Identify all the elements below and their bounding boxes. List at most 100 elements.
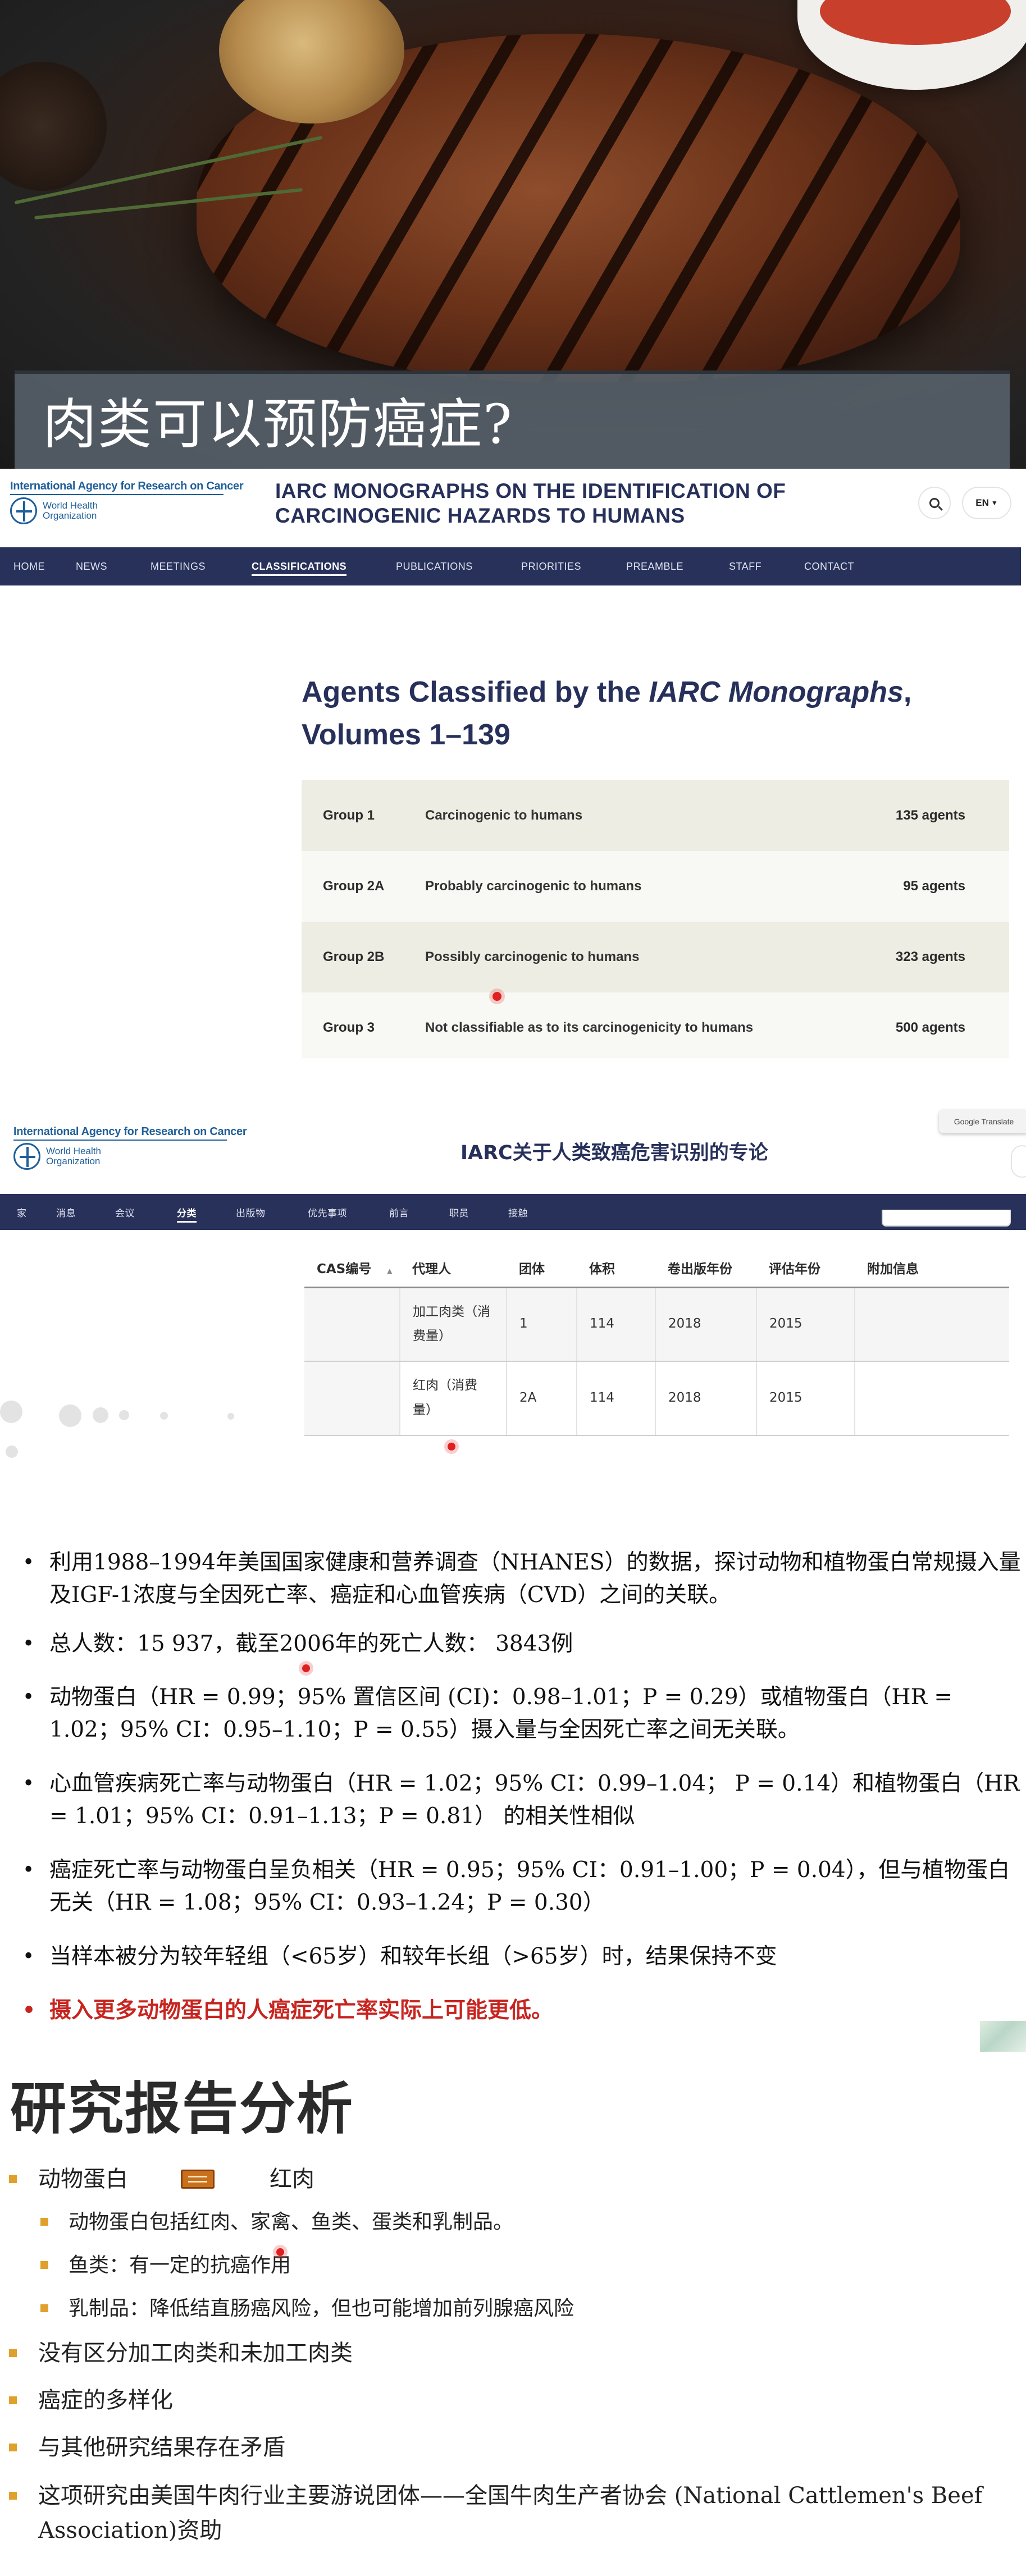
nav-priorities[interactable]: PRIORITIES [521, 561, 581, 573]
analysis-item: 癌症的多样化 [38, 2387, 173, 2413]
col-pub-year[interactable]: 卷出版年份 [655, 1249, 756, 1288]
iarc-translated-screenshot: International Agency for Research on Can… [0, 1058, 1026, 1502]
iarc-who-logo[interactable]: International Agency for Research on Can… [10, 480, 244, 524]
hero-title: 肉类可以预防癌症? [43, 393, 513, 456]
agent-line: 费量） [413, 1329, 452, 1344]
iarc-agency-name: International Agency for Research on Can… [10, 480, 244, 492]
analysis-sub-item: 乳制品：降低结直肠癌风险，但也可能增加前列腺癌风险 [69, 2297, 574, 2320]
roasted-pepper-decoration [0, 62, 107, 191]
group-description: Possibly carcinogenic to humans [425, 949, 640, 964]
nav-home[interactable]: HOME [13, 561, 45, 573]
who-name: World Health Organization [43, 500, 98, 521]
cell-info [854, 1287, 1009, 1362]
bullet-mark: • [22, 1686, 35, 1709]
sort-asc-icon[interactable]: ▲ [387, 1267, 392, 1275]
list-item-text: 利用1988–1994年美国国家健康和营养调查（NHANES）的数据，探讨动物和… [49, 1550, 1021, 1608]
agent-count: 500 agents [895, 1020, 965, 1035]
masthead-title: IARC MONOGRAPHS ON THE IDENTIFICATION OF… [275, 479, 786, 528]
table-row[interactable]: Group 2B Possibly carcinogenic to humans… [302, 922, 1009, 992]
group-name: Group 2A [323, 879, 385, 894]
table-row[interactable]: Group 2A Probably carcinogenic to humans… [302, 851, 1009, 922]
search-icon [929, 498, 940, 508]
logo-divider [13, 1140, 227, 1141]
agent-count: 323 agents [895, 949, 965, 964]
list-item: • 癌症死亡率与动物蛋白呈负相关（HR = 0.95；95% CI：0.91–1.… [22, 1854, 1026, 1919]
col-agent[interactable]: 代理人 [400, 1249, 507, 1288]
nav-contact[interactable]: 接触 [508, 1205, 528, 1219]
nav-publications[interactable]: 出版物 [236, 1205, 266, 1219]
agent-count: 135 agents [895, 808, 965, 823]
cell-agent[interactable]: 红肉（消费 量） [399, 1361, 507, 1436]
analysis-section: 研究报告分析 动物蛋白 红肉 动物蛋白包括红肉、家禽、鱼类、蛋类和乳制品。 鱼类… [0, 2052, 1026, 2576]
list-item-text: 总人数：15 937，截至2006年的死亡人数： 3843例 [49, 1631, 573, 1657]
agent-count: 95 agents [903, 879, 965, 894]
col-volume[interactable]: 体积 [577, 1249, 655, 1288]
nav-news[interactable]: 消息 [56, 1205, 76, 1219]
search-button[interactable] [1011, 1145, 1026, 1178]
bullet-mark: • [22, 1945, 35, 1968]
masthead-title: IARC关于人类致癌危害识别的专论 [460, 1142, 768, 1164]
group-description: Probably carcinogenic to humans [425, 879, 642, 894]
cursor-pointer-dot [302, 1664, 310, 1672]
list-item-text: 当样本被分为较年轻组（<65岁）和较年长组（>65岁）时，结果保持不变 [49, 1944, 777, 1969]
nav-classifications[interactable]: 分类 [177, 1205, 197, 1223]
table-row[interactable]: Group 1 Carcinogenic to humans 135 agent… [302, 780, 1009, 851]
list-item: • 总人数：15 937，截至2006年的死亡人数： 3843例 [22, 1628, 1026, 1660]
analysis-item: 与其他研究结果存在矛盾 [38, 2435, 285, 2460]
nav-preamble[interactable]: 前言 [389, 1205, 409, 1219]
nav-staff[interactable]: 职员 [449, 1205, 469, 1219]
table-row[interactable]: Group 3 Not classifiable as to its carci… [302, 992, 1009, 1063]
list-item: • 心血管疾病死亡率与动物蛋白（HR = 1.02；95% CI：0.99–1.0… [22, 1768, 1026, 1833]
square-bullet-icon [40, 2218, 48, 2226]
nav-home[interactable]: 家 [17, 1205, 27, 1219]
col-additional-info[interactable]: 附加信息 [855, 1249, 1009, 1288]
iarc-classification-screenshot: International Agency for Research on Can… [0, 469, 1026, 1063]
nav-staff[interactable]: STAFF [729, 561, 761, 573]
analysis-item-red-meat: 红肉 [270, 2166, 314, 2192]
agent-line: 红肉（消费 [413, 1378, 477, 1393]
nav-publications[interactable]: PUBLICATIONS [396, 561, 473, 573]
filter-input[interactable] [882, 1210, 1011, 1227]
nav-preamble[interactable]: PREAMBLE [626, 561, 683, 573]
nav-contact[interactable]: CONTACT [804, 561, 854, 573]
nav-classifications[interactable]: CLASSIFICATIONS [252, 561, 347, 576]
main-navbar: 家 消息 会议 分类 出版物 优先事项 前言 职员 接触 [0, 1194, 1026, 1230]
list-item: • 利用1988–1994年美国国家健康和营养调查（NHANES）的数据，探讨动物… [22, 1546, 1026, 1612]
bullet-mark: • [22, 1772, 35, 1795]
iarc-who-logo[interactable]: International Agency for Research on Can… [13, 1125, 247, 1170]
language-selector[interactable]: EN ▼ [962, 487, 1011, 519]
square-bullet-icon [9, 2396, 17, 2404]
nav-news[interactable]: NEWS [76, 561, 107, 573]
list-item-text: 动物蛋白（HR = 0.99；95% 置信区间 (CI)：0.98–1.01；P… [49, 1685, 953, 1742]
nav-priorities[interactable]: 优先事项 [308, 1205, 347, 1219]
table-row[interactable]: 红肉（消费 量） 2A 114 2018 2015 [304, 1361, 1009, 1436]
background-bokeh [227, 1413, 234, 1420]
bullet-mark: • [22, 1632, 35, 1655]
who-name: World Health Organization [46, 1146, 101, 1166]
col-eval-year[interactable]: 评估年份 [756, 1249, 855, 1288]
cell-eval-year: 2015 [756, 1361, 855, 1436]
nav-meetings[interactable]: 会议 [115, 1205, 135, 1219]
language-label: EN [975, 497, 989, 508]
cell-eval-year: 2015 [756, 1287, 855, 1362]
heading-italic-part: IARC Monographs [649, 676, 904, 708]
col-cas[interactable]: CAS编号 ▲ [304, 1249, 400, 1288]
cell-pub-year: 2018 [655, 1287, 756, 1362]
background-bokeh [119, 1410, 129, 1420]
page-heading: Agents Classified by the IARC Monographs… [302, 671, 911, 756]
cell-cas [304, 1361, 400, 1436]
cell-group: 2A [506, 1361, 577, 1436]
col-group[interactable]: 团体 [507, 1249, 577, 1288]
col-label: CAS编号 [317, 1262, 372, 1277]
table-row[interactable]: 加工肉类（消 费量） 1 114 2018 2015 [304, 1287, 1009, 1362]
cell-agent[interactable]: 加工肉类（消 费量） [399, 1287, 507, 1362]
search-button[interactable] [918, 487, 951, 519]
square-bullet-icon [9, 2444, 17, 2451]
nav-meetings[interactable]: MEETINGS [151, 561, 206, 573]
who-emblem-icon [13, 1143, 40, 1170]
cursor-pointer-dot [493, 992, 501, 1001]
background-bokeh [59, 1404, 81, 1427]
background-bokeh [93, 1407, 108, 1423]
google-translate-badge[interactable]: Google Translate [939, 1110, 1026, 1133]
cursor-pointer-dot [448, 1443, 455, 1451]
